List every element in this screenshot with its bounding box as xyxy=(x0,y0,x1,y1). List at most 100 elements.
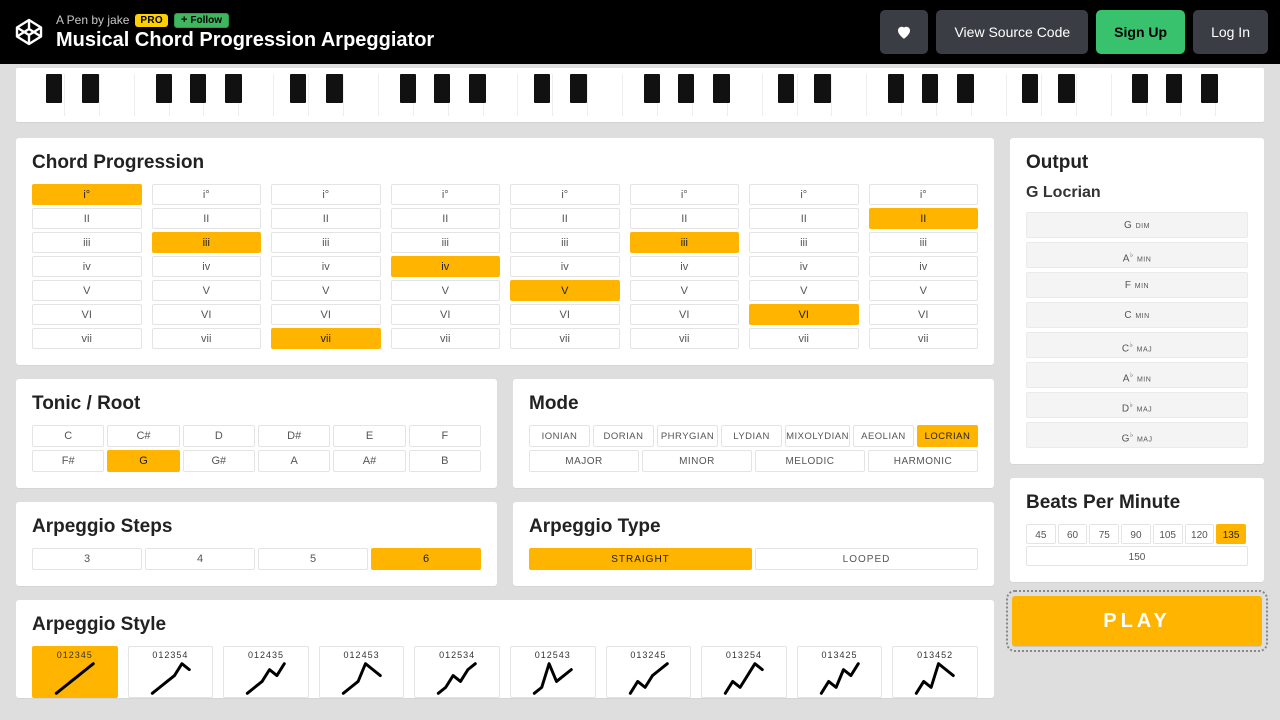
progression-cell[interactable]: vii xyxy=(152,328,262,349)
progression-cell[interactable]: iv xyxy=(152,256,262,277)
mode-cell[interactable]: MIXOLYDIAN xyxy=(785,425,850,447)
piano-black-key[interactable] xyxy=(46,74,62,103)
progression-cell[interactable]: VI xyxy=(510,304,620,325)
progression-cell[interactable]: II xyxy=(152,208,262,229)
progression-cell[interactable]: II xyxy=(32,208,142,229)
piano-black-key[interactable] xyxy=(326,74,342,103)
progression-cell[interactable]: V xyxy=(32,280,142,301)
piano-black-key[interactable] xyxy=(1058,74,1074,103)
piano-white-key[interactable] xyxy=(588,74,623,116)
piano-white-key[interactable] xyxy=(1216,74,1250,116)
progression-cell[interactable]: iv xyxy=(271,256,381,277)
view-source-button[interactable]: View Source Code xyxy=(936,10,1088,54)
progression-cell[interactable]: vii xyxy=(510,328,620,349)
bpm-cell[interactable]: 120 xyxy=(1185,524,1215,544)
arp-steps-cell[interactable]: 3 xyxy=(32,548,142,570)
arp-style-card[interactable]: 012543 xyxy=(510,646,596,698)
piano-black-key[interactable] xyxy=(469,74,485,103)
progression-cell[interactable]: iv xyxy=(630,256,740,277)
piano-black-key[interactable] xyxy=(957,74,973,103)
progression-cell[interactable]: i° xyxy=(510,184,620,205)
log-in-button[interactable]: Log In xyxy=(1193,10,1268,54)
progression-cell[interactable]: iv xyxy=(510,256,620,277)
mode-cell[interactable]: AEOLIAN xyxy=(853,425,914,447)
progression-cell[interactable]: II xyxy=(391,208,501,229)
piano-black-key[interactable] xyxy=(1201,74,1217,103)
progression-cell[interactable]: vii xyxy=(630,328,740,349)
progression-cell[interactable]: vii xyxy=(869,328,979,349)
piano-black-key[interactable] xyxy=(156,74,172,103)
progression-cell[interactable]: V xyxy=(869,280,979,301)
arp-style-card[interactable]: 013425 xyxy=(797,646,883,698)
progression-cell[interactable]: iii xyxy=(271,232,381,253)
mode-cell[interactable]: PHRYGIAN xyxy=(657,425,718,447)
piano-white-key[interactable] xyxy=(239,74,274,116)
piano-black-key[interactable] xyxy=(713,74,729,103)
arp-steps-cell[interactable]: 4 xyxy=(145,548,255,570)
arp-style-card[interactable]: 013245 xyxy=(606,646,692,698)
progression-cell[interactable]: V xyxy=(152,280,262,301)
bpm-cell[interactable]: 75 xyxy=(1089,524,1119,544)
arp-style-card[interactable]: 013254 xyxy=(701,646,787,698)
progression-cell[interactable]: VI xyxy=(869,304,979,325)
progression-cell[interactable]: iv xyxy=(869,256,979,277)
progression-cell[interactable]: iii xyxy=(510,232,620,253)
progression-cell[interactable]: vii xyxy=(749,328,859,349)
tonic-cell[interactable]: G xyxy=(107,450,179,472)
piano-black-key[interactable] xyxy=(225,74,241,103)
piano-white-key[interactable] xyxy=(100,74,135,116)
pen-byline[interactable]: A Pen by jake xyxy=(56,13,129,27)
progression-cell[interactable]: II xyxy=(869,208,979,229)
piano-black-key[interactable] xyxy=(570,74,586,103)
piano-black-key[interactable] xyxy=(1132,74,1148,103)
bpm-cell[interactable]: 90 xyxy=(1121,524,1151,544)
bpm-cell[interactable]: 150 xyxy=(1026,546,1248,566)
sign-up-button[interactable]: Sign Up xyxy=(1096,10,1185,54)
mode-family-cell[interactable]: MAJOR xyxy=(529,450,639,472)
progression-cell[interactable]: V xyxy=(271,280,381,301)
heart-button[interactable] xyxy=(880,10,928,54)
progression-cell[interactable]: VI xyxy=(749,304,859,325)
tonic-cell[interactable]: F xyxy=(409,425,481,447)
tonic-cell[interactable]: A xyxy=(258,450,330,472)
progression-cell[interactable]: iv xyxy=(749,256,859,277)
bpm-cell[interactable]: 60 xyxy=(1058,524,1088,544)
piano-black-key[interactable] xyxy=(1022,74,1038,103)
piano-white-key[interactable] xyxy=(1077,74,1112,116)
progression-cell[interactable]: i° xyxy=(630,184,740,205)
piano-white-key[interactable] xyxy=(344,74,379,116)
piano-white-key[interactable] xyxy=(484,74,519,116)
piano-white-key[interactable] xyxy=(972,74,1007,116)
piano-black-key[interactable] xyxy=(888,74,904,103)
arp-style-card[interactable]: 012345 xyxy=(32,646,118,698)
progression-cell[interactable]: V xyxy=(391,280,501,301)
piano-keyboard[interactable] xyxy=(16,68,1264,122)
mode-cell[interactable]: DORIAN xyxy=(593,425,654,447)
arp-steps-cell[interactable]: 5 xyxy=(258,548,368,570)
tonic-cell[interactable]: C# xyxy=(107,425,179,447)
bpm-cell[interactable]: 45 xyxy=(1026,524,1056,544)
progression-cell[interactable]: iv xyxy=(32,256,142,277)
progression-cell[interactable]: VI xyxy=(391,304,501,325)
tonic-cell[interactable]: B xyxy=(409,450,481,472)
progression-cell[interactable]: i° xyxy=(271,184,381,205)
progression-cell[interactable]: II xyxy=(630,208,740,229)
mode-cell[interactable]: IONIAN xyxy=(529,425,590,447)
arp-style-card[interactable]: 012435 xyxy=(223,646,309,698)
tonic-cell[interactable]: G# xyxy=(183,450,255,472)
mode-family-cell[interactable]: HARMONIC xyxy=(868,450,978,472)
tonic-cell[interactable]: D xyxy=(183,425,255,447)
progression-cell[interactable]: iv xyxy=(391,256,501,277)
progression-cell[interactable]: vii xyxy=(32,328,142,349)
bpm-cell[interactable]: 135 xyxy=(1216,524,1246,544)
progression-cell[interactable]: vii xyxy=(271,328,381,349)
piano-black-key[interactable] xyxy=(190,74,206,103)
piano-black-key[interactable] xyxy=(82,74,98,103)
progression-cell[interactable]: V xyxy=(510,280,620,301)
piano-black-key[interactable] xyxy=(400,74,416,103)
piano-black-key[interactable] xyxy=(644,74,660,103)
progression-cell[interactable]: V xyxy=(749,280,859,301)
progression-cell[interactable]: i° xyxy=(749,184,859,205)
tonic-cell[interactable]: A# xyxy=(333,450,405,472)
progression-cell[interactable]: iii xyxy=(152,232,262,253)
